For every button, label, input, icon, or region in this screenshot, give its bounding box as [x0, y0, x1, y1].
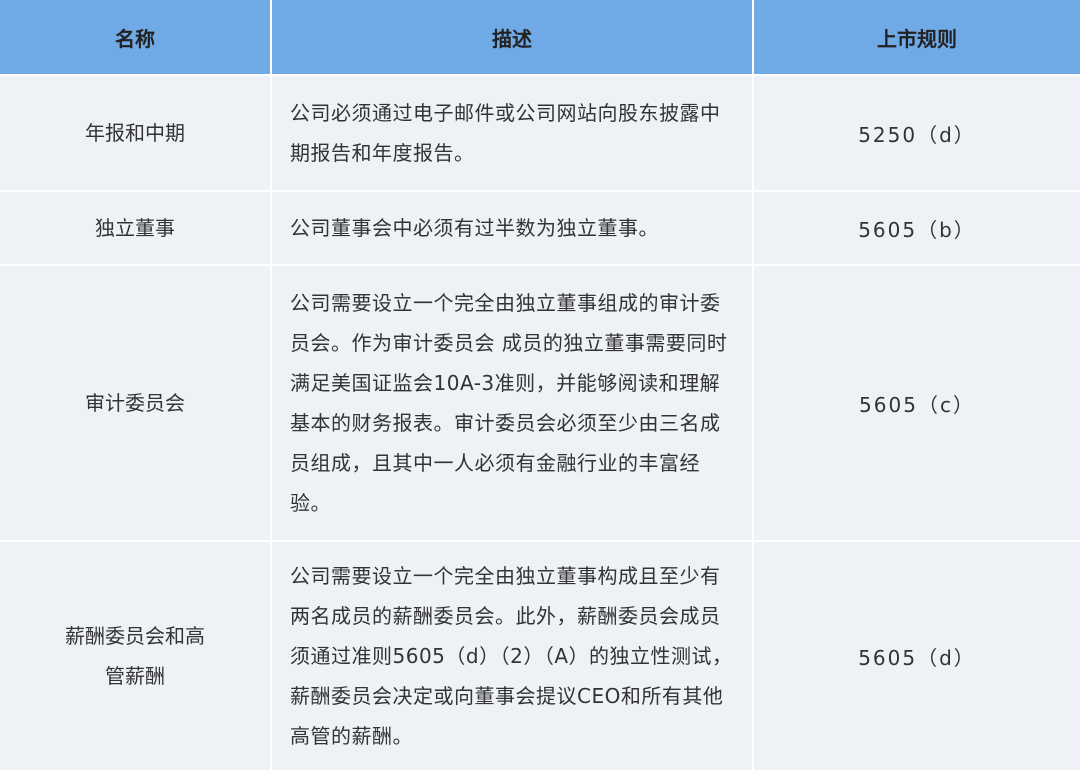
row-rule-cell: 5250（d） [754, 76, 1080, 190]
table-header: 名称 描述 上市规则 [0, 0, 1080, 74]
row-rule-cell: 5605（d） [754, 542, 1080, 770]
row-name-cell: 独立董事 [0, 192, 272, 264]
row-rule: 5250（d） [858, 122, 976, 147]
row-name: 年报和中期 [85, 121, 185, 145]
row-description-cell: 公司需要设立一个完全由独立董事构成且至少有两名成员的薪酬委员会。此外，薪酬委员会… [272, 542, 754, 770]
row-name-cell: 审计委员会 [0, 266, 272, 540]
row-description: 公司需要设立一个完全由独立董事组成的审计委员会。作为审计委员会 成员的独立董事需… [290, 291, 728, 515]
row-name: 薪酬委员会和高管薪酬 [65, 624, 205, 688]
header-rule: 上市规则 [877, 26, 957, 51]
table-row: 审计委员会 公司需要设立一个完全由独立董事组成的审计委员会。作为审计委员会 成员… [0, 264, 1080, 540]
row-name: 审计委员会 [85, 391, 185, 415]
row-description: 公司必须通过电子邮件或公司网站向股东披露中期报告和年度报告。 [290, 101, 721, 165]
row-rule-cell: 5605（c） [754, 266, 1080, 540]
row-name-cell: 年报和中期 [0, 76, 272, 190]
table-row: 薪酬委员会和高管薪酬 公司需要设立一个完全由独立董事构成且至少有两名成员的薪酬委… [0, 540, 1080, 770]
listing-rules-table: 名称 描述 上市规则 年报和中期 公司必须通过电子邮件或公司网站向股东披露中期报… [0, 0, 1080, 770]
row-description-cell: 公司需要设立一个完全由独立董事组成的审计委员会。作为审计委员会 成员的独立董事需… [272, 266, 754, 540]
row-description-cell: 公司董事会中必须有过半数为独立董事。 [272, 192, 754, 264]
table-row: 独立董事 公司董事会中必须有过半数为独立董事。 5605（b） [0, 190, 1080, 264]
row-name: 独立董事 [95, 216, 175, 240]
header-name: 名称 [0, 0, 272, 74]
row-rule: 5605（d） [858, 645, 976, 670]
row-rule-cell: 5605（b） [754, 192, 1080, 264]
row-description-cell: 公司必须通过电子邮件或公司网站向股东披露中期报告和年度报告。 [272, 76, 754, 190]
row-name-cell: 薪酬委员会和高管薪酬 [0, 542, 272, 770]
header-description: 描述 [272, 0, 754, 74]
row-description: 公司需要设立一个完全由独立董事构成且至少有两名成员的薪酬委员会。此外，薪酬委员会… [290, 564, 733, 748]
table-row: 年报和中期 公司必须通过电子邮件或公司网站向股东披露中期报告和年度报告。 525… [0, 74, 1080, 190]
row-description: 公司董事会中必须有过半数为独立董事。 [290, 216, 659, 240]
row-rule: 5605（b） [858, 217, 976, 242]
row-rule: 5605（c） [859, 392, 975, 417]
